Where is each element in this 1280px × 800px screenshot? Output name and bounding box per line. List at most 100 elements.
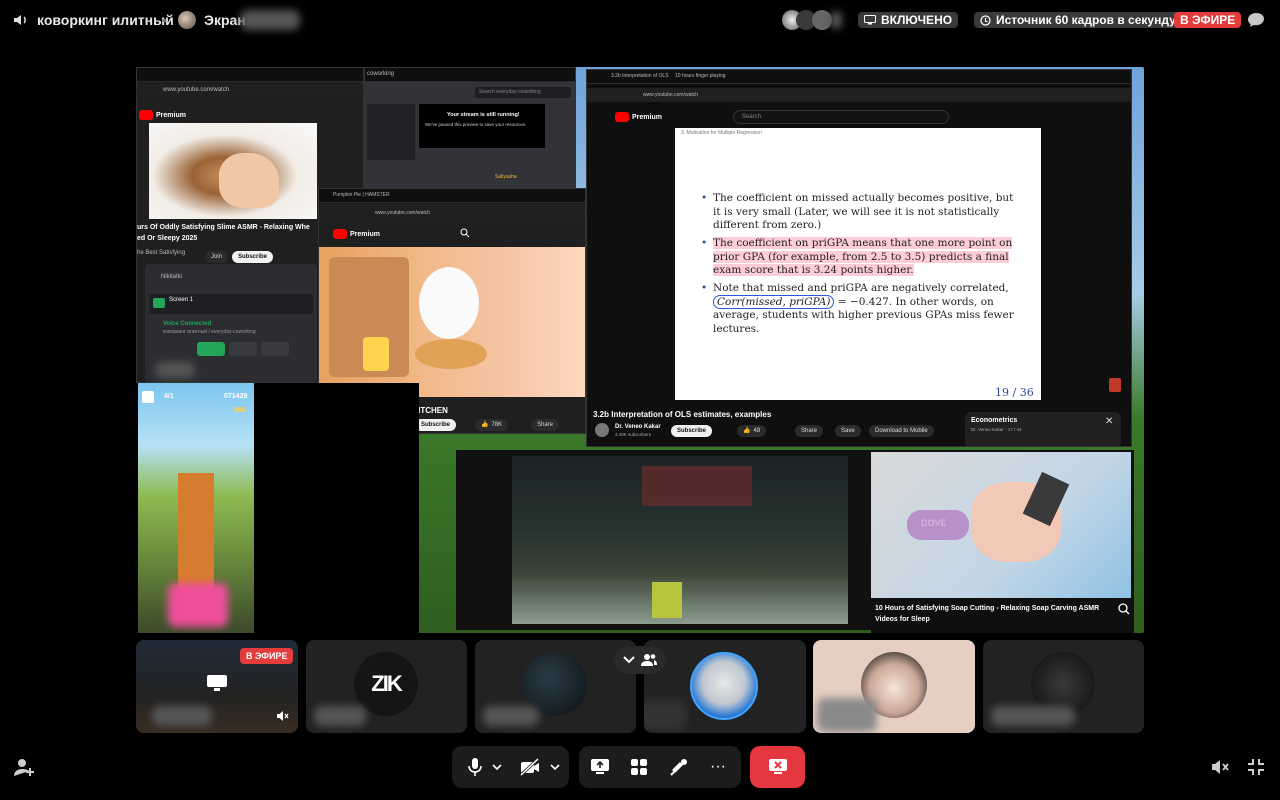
screen-share-status[interactable]: ВКЛЮЧЕНО xyxy=(858,12,959,28)
activity-button[interactable] xyxy=(229,342,257,356)
tab-strip: 3.2b Interpretation of OLS 10 hours fing… xyxy=(587,70,1131,84)
url-text: www.youtube.com/watch xyxy=(643,92,699,98)
playlist-panel[interactable]: Econometrics Dr. Veneo Kakar · 17 / 44 ✕ xyxy=(965,412,1121,446)
participants-toggle[interactable] xyxy=(614,646,666,674)
mic-options-chevron-icon[interactable] xyxy=(490,760,504,774)
video-player-lecture[interactable]: 3. Motivation for Multiple Regression • … xyxy=(675,128,1041,400)
tab-strip: Pumpkin Pie | HAMSTER xyxy=(319,189,585,203)
blurred-name xyxy=(817,698,877,732)
screen-share-button[interactable] xyxy=(589,756,611,778)
zoom-icon[interactable] xyxy=(1117,602,1131,616)
close-icon[interactable]: ✕ xyxy=(1105,416,1113,427)
exit-fullscreen-icon[interactable] xyxy=(1245,756,1267,778)
stream-mute-icon[interactable] xyxy=(1209,756,1231,778)
soundboard-button[interactable] xyxy=(261,342,289,356)
bullet-dot: • xyxy=(701,192,708,204)
like-button[interactable]: 👍 78K xyxy=(475,419,509,431)
speaker-icon[interactable] xyxy=(12,11,30,29)
subscribe-button[interactable]: Subscribe xyxy=(671,425,713,437)
game-viewport[interactable]: 4/1 071429 866 xyxy=(138,383,254,633)
discord-window-coworking[interactable]: coworking Search everyday-coworking Your… xyxy=(364,67,576,191)
game-level: 4/1 xyxy=(164,393,174,400)
youtube-icon xyxy=(615,112,629,122)
channel-tab: coworking xyxy=(367,71,395,77)
participant-tile-screen[interactable]: В ЭФИРЕ xyxy=(136,640,298,733)
search-input[interactable]: Search xyxy=(733,110,949,124)
pause-button[interactable] xyxy=(142,391,154,403)
save-button[interactable]: Save xyxy=(835,425,861,437)
participant-tile-6[interactable] xyxy=(983,640,1144,733)
subscribe-button[interactable]: Subscribe xyxy=(232,251,274,263)
user-name: Sallyasha xyxy=(495,174,517,180)
disconnect-button[interactable] xyxy=(750,746,805,788)
source-fps-status[interactable]: Источник 60 кадров в секунду xyxy=(974,12,1182,28)
blurred-region xyxy=(168,583,228,627)
monitor-icon xyxy=(206,674,228,692)
stream-thumbnail[interactable] xyxy=(367,104,415,160)
subscribe-button[interactable]: Subscribe xyxy=(415,419,457,431)
add-participant-icon[interactable] xyxy=(12,756,36,778)
microphone-button[interactable] xyxy=(464,756,486,778)
channel-avatar[interactable] xyxy=(595,423,609,437)
screen-share-row[interactable]: Screen 1 xyxy=(149,294,313,314)
hand-shape xyxy=(219,153,279,208)
search-input[interactable]: Search everyday-coworking xyxy=(475,87,571,98)
tab-title-1[interactable]: 3.2b Interpretation of OLS xyxy=(611,73,669,79)
youtube-logo[interactable]: Premium xyxy=(139,110,186,120)
source-fps-label: Источник 60 кадров в секунду xyxy=(996,13,1176,27)
thumbs-up-icon: 👍 xyxy=(743,428,751,434)
camera-off-button[interactable] xyxy=(518,756,542,778)
video-player-slime[interactable] xyxy=(149,123,317,219)
share-button[interactable]: Share xyxy=(795,425,824,437)
share-button[interactable]: Share xyxy=(531,419,560,431)
video-player-soap[interactable]: DOVE xyxy=(871,452,1131,598)
chat-icon[interactable] xyxy=(1246,11,1266,29)
train-track xyxy=(178,473,214,593)
minecraft-viewport[interactable] xyxy=(512,456,848,624)
address-bar[interactable]: www.youtube.com/watch xyxy=(137,84,363,96)
formula-circled: Corr(missed, priGPA) xyxy=(713,294,835,309)
slide-page-number: 19 / 36 xyxy=(995,386,1034,399)
tab-title-2[interactable]: 10 hours finger playing xyxy=(675,73,726,79)
camera-options-chevron-icon[interactable] xyxy=(548,760,562,774)
address-bar[interactable]: www.youtube.com/watch xyxy=(319,207,585,219)
participant-tile-2[interactable]: ZIK xyxy=(306,640,467,733)
url-text: www.youtube.com/watch xyxy=(375,210,431,216)
thumbs-up-icon: 👍 xyxy=(481,422,489,428)
game-window-minecraft[interactable] xyxy=(456,450,874,630)
youtube-logo[interactable]: Premium xyxy=(615,112,662,122)
bookmark-icon[interactable] xyxy=(1109,378,1121,392)
presenter-avatar xyxy=(178,11,196,29)
blurred-name xyxy=(991,706,1075,726)
soundboard-button[interactable] xyxy=(668,756,690,778)
participant-tile-3[interactable] xyxy=(475,640,636,733)
game-window[interactable]: 4/1 071429 866 xyxy=(136,383,419,633)
channel-name[interactable]: he Best Satisfying xyxy=(137,250,185,256)
browser-window-soap[interactable]: DOVE 10 Hours of Satisfying Soap Cutting… xyxy=(871,450,1134,633)
camera-button[interactable] xyxy=(197,342,225,356)
juice-glass xyxy=(363,337,389,371)
download-button[interactable]: Download to Mobile xyxy=(869,425,934,437)
subscriber-count: 4.48K subscribers xyxy=(615,432,652,437)
video-player-hamster[interactable] xyxy=(319,247,585,397)
browser-window-econometrics[interactable]: 3.2b Interpretation of OLS 10 hours fing… xyxy=(586,69,1132,447)
youtube-logo[interactable]: Premium xyxy=(333,229,380,239)
search-icon[interactable] xyxy=(457,226,473,240)
more-options-icon[interactable]: ··· xyxy=(707,756,729,778)
participant-tile-4[interactable] xyxy=(644,640,806,733)
channel-name[interactable]: Dr. Veneo Kakar xyxy=(615,424,661,430)
blurred-user xyxy=(155,362,195,378)
address-bar[interactable]: www.youtube.com/watch xyxy=(587,88,1131,102)
viewer-avatar[interactable] xyxy=(812,10,832,30)
join-button[interactable]: Join xyxy=(205,251,229,263)
brand-label: Premium xyxy=(156,111,186,119)
live-badge: В ЭФИРЕ xyxy=(240,648,294,664)
muted-icon xyxy=(274,708,290,724)
bullet-dot: • xyxy=(701,237,708,249)
search-placeholder: Search xyxy=(742,114,762,120)
activities-button[interactable] xyxy=(628,756,650,778)
participant-tile-5[interactable] xyxy=(813,640,975,733)
voice-channel-path: коворкинг илитный / everyday-coworking xyxy=(163,329,256,335)
shared-screen: www.youtube.com/watch Premium urs Of Odd… xyxy=(136,67,1144,633)
like-button[interactable]: 👍 48 xyxy=(737,425,767,437)
